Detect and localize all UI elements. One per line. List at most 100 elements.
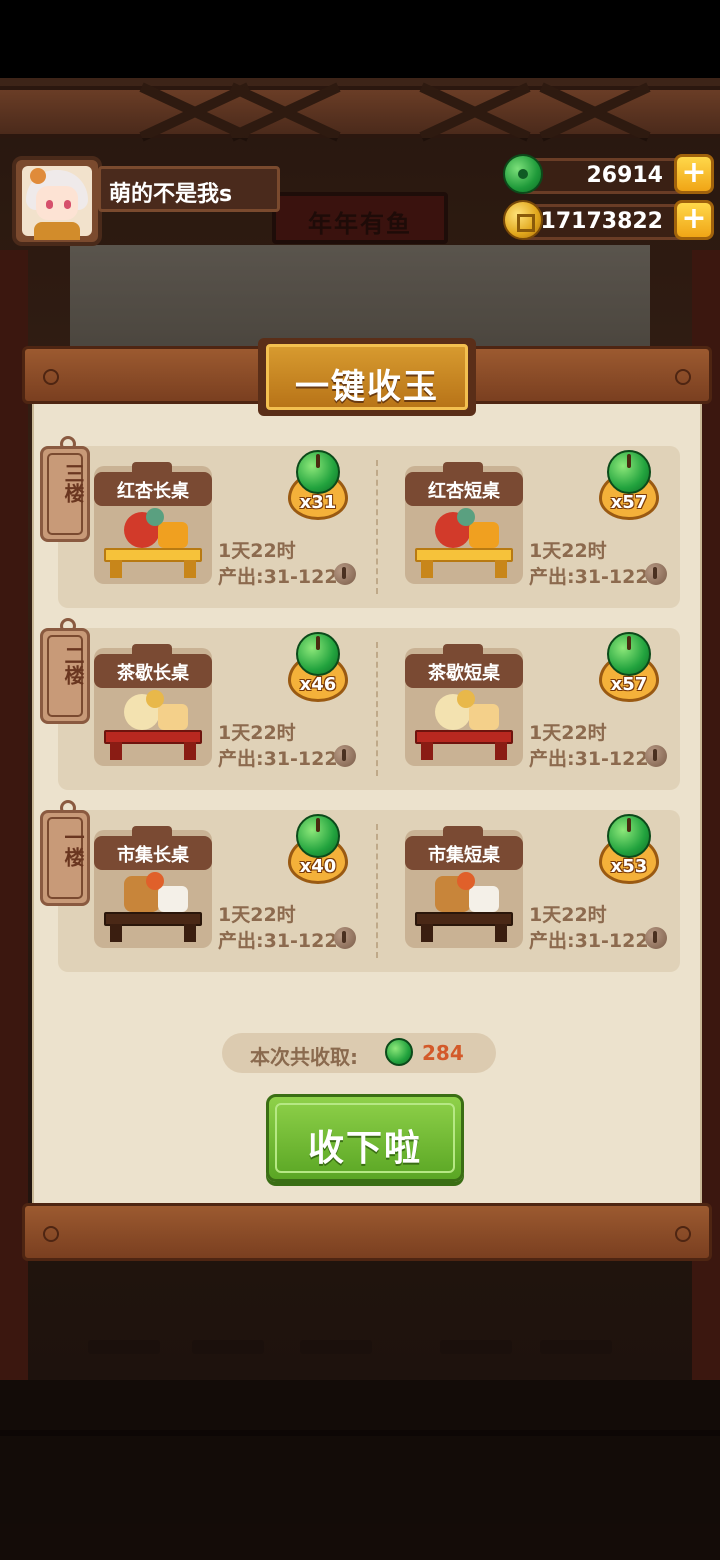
table-leg — [495, 560, 507, 578]
beam-cross — [230, 86, 340, 138]
table-leg — [184, 742, 196, 760]
output-range: 产出:31-122 — [529, 930, 649, 952]
table-decoration — [158, 886, 188, 912]
remaining-time: 1天22时 — [218, 540, 296, 562]
table-name: 红杏短桌 — [428, 481, 500, 502]
coin-amount: 17173822 — [540, 209, 663, 234]
table-decoration — [146, 690, 164, 708]
output-range: 产出:31-122 — [218, 566, 338, 588]
floor-label: 一楼 — [61, 827, 85, 867]
dialog-title-plate: 一键收玉 — [258, 338, 476, 416]
table-leg — [495, 742, 507, 760]
table-leg — [495, 924, 507, 942]
avatar-eye — [46, 200, 53, 209]
remaining-time: 1天22时 — [218, 722, 296, 744]
remaining-time: 1天22时 — [529, 904, 607, 926]
copper-coin-icon — [334, 563, 356, 585]
table-decoration — [457, 690, 475, 708]
table-item: 市集长桌 x40 1天22时产出:31-122 — [58, 810, 358, 972]
jade-count: x57 — [610, 674, 648, 695]
table-leg — [421, 924, 433, 942]
add-coin-button[interactable]: + — [674, 200, 714, 240]
jade-icon — [296, 814, 340, 858]
avatar-eye — [64, 200, 71, 209]
total-collected: 本次共收取: 284 — [222, 1033, 496, 1073]
jade-icon — [607, 814, 651, 858]
table-item: 茶歇长桌 x46 1天22时 产出:31-122 — [58, 628, 358, 790]
username-plate: 萌的不是我s — [98, 166, 280, 212]
jade-icon — [296, 632, 340, 676]
copper-coin-icon — [645, 927, 667, 949]
collect-button-label: 收下啦 — [307, 1128, 422, 1169]
jade-icon — [385, 1038, 413, 1066]
table-name: 红杏长桌 — [117, 481, 189, 502]
username: 萌的不是我s — [109, 182, 233, 207]
copper-coin-icon — [334, 927, 356, 949]
total-value: 284 — [422, 1041, 464, 1065]
table-name-plate: 红杏短桌 — [405, 462, 523, 506]
table-decoration — [457, 872, 475, 890]
jade-count: x57 — [610, 492, 648, 513]
table-leg — [110, 924, 122, 942]
floor-label: 二楼 — [61, 645, 85, 685]
table-leg — [184, 560, 196, 578]
jade-icon — [607, 450, 651, 494]
table-decoration — [469, 886, 499, 912]
table-name: 茶歇长桌 — [117, 663, 189, 684]
table-decoration — [457, 508, 475, 526]
player-avatar[interactable] — [12, 156, 102, 246]
floor-label: 三楼 — [61, 463, 85, 503]
floor-tag: 一楼 — [40, 810, 90, 906]
copper-coin-icon — [645, 563, 667, 585]
table-name-plate: 市集短桌 — [405, 826, 523, 870]
floor-tag: 二楼 — [40, 628, 90, 724]
table-decoration — [146, 508, 164, 526]
dialog-title-inner: 一键收玉 — [266, 344, 468, 410]
remaining-time: 1天22时 — [529, 540, 607, 562]
copper-coin-icon — [645, 745, 667, 767]
jade-counter: 26914 — [520, 158, 700, 194]
floor-row: 市集长桌 x40 1天22时产出:31-122 市集短桌 x53 1天22时产出:31-1… — [58, 810, 680, 972]
table-name-plate: 红杏长桌 — [94, 462, 212, 506]
jade-count: x31 — [299, 492, 337, 513]
table-name: 市集长桌 — [117, 845, 189, 866]
jade-count: x53 — [610, 856, 648, 877]
output-range: 产出:31-122 — [218, 930, 338, 952]
table-decoration — [158, 522, 188, 548]
table-leg — [110, 742, 122, 760]
jade-count: x46 — [299, 674, 337, 695]
table-item: 市集短桌 x53 1天22时产出:31-122 — [369, 810, 669, 972]
scroll-rod-bottom — [22, 1203, 712, 1261]
table-decoration — [158, 704, 188, 730]
jade-amount: 26914 — [586, 163, 663, 188]
jade-count: x40 — [299, 856, 337, 877]
table-name: 茶歇短桌 — [428, 663, 500, 684]
table-decoration — [469, 704, 499, 730]
avatar-shirt — [34, 222, 80, 240]
dialog-title: 一键收玉 — [295, 367, 439, 407]
avatar-hair-bun — [30, 168, 46, 184]
output-range: 产出:31-122 — [529, 566, 649, 588]
table-item: 红杏短桌 x57 1天22时产出:31-122 — [369, 446, 669, 608]
coin-counter: 17173822 — [520, 204, 700, 240]
jade-icon — [296, 450, 340, 494]
status-bar-area — [0, 0, 720, 78]
copper-coin-icon — [334, 745, 356, 767]
table-leg — [421, 742, 433, 760]
remaining-time: 1天22时 — [529, 722, 607, 744]
floor-row: 茶歇长桌 x46 1天22时 产出:31-122 茶歇短桌 x57 1天22时 产出:31-1… — [58, 628, 680, 790]
add-jade-button[interactable]: + — [674, 154, 714, 194]
collect-button[interactable]: 收下啦 — [266, 1094, 464, 1182]
table-leg — [184, 924, 196, 942]
table-leg — [421, 560, 433, 578]
jade-icon — [607, 632, 651, 676]
table-leg — [110, 560, 122, 578]
floor-row: 红杏长桌 x31 1天22时产出:31-122 红杏短桌 x57 1天22时产出:31-1… — [58, 446, 680, 608]
table-item: 红杏长桌 x31 1天22时产出:31-122 — [58, 446, 358, 608]
table-name-plate: 市集长桌 — [94, 826, 212, 870]
table-name-plate: 茶歇长桌 — [94, 644, 212, 688]
table-name: 市集短桌 — [428, 845, 500, 866]
table-decoration — [469, 522, 499, 548]
jade-icon — [503, 154, 543, 194]
remaining-time: 1天22时 — [218, 904, 296, 926]
